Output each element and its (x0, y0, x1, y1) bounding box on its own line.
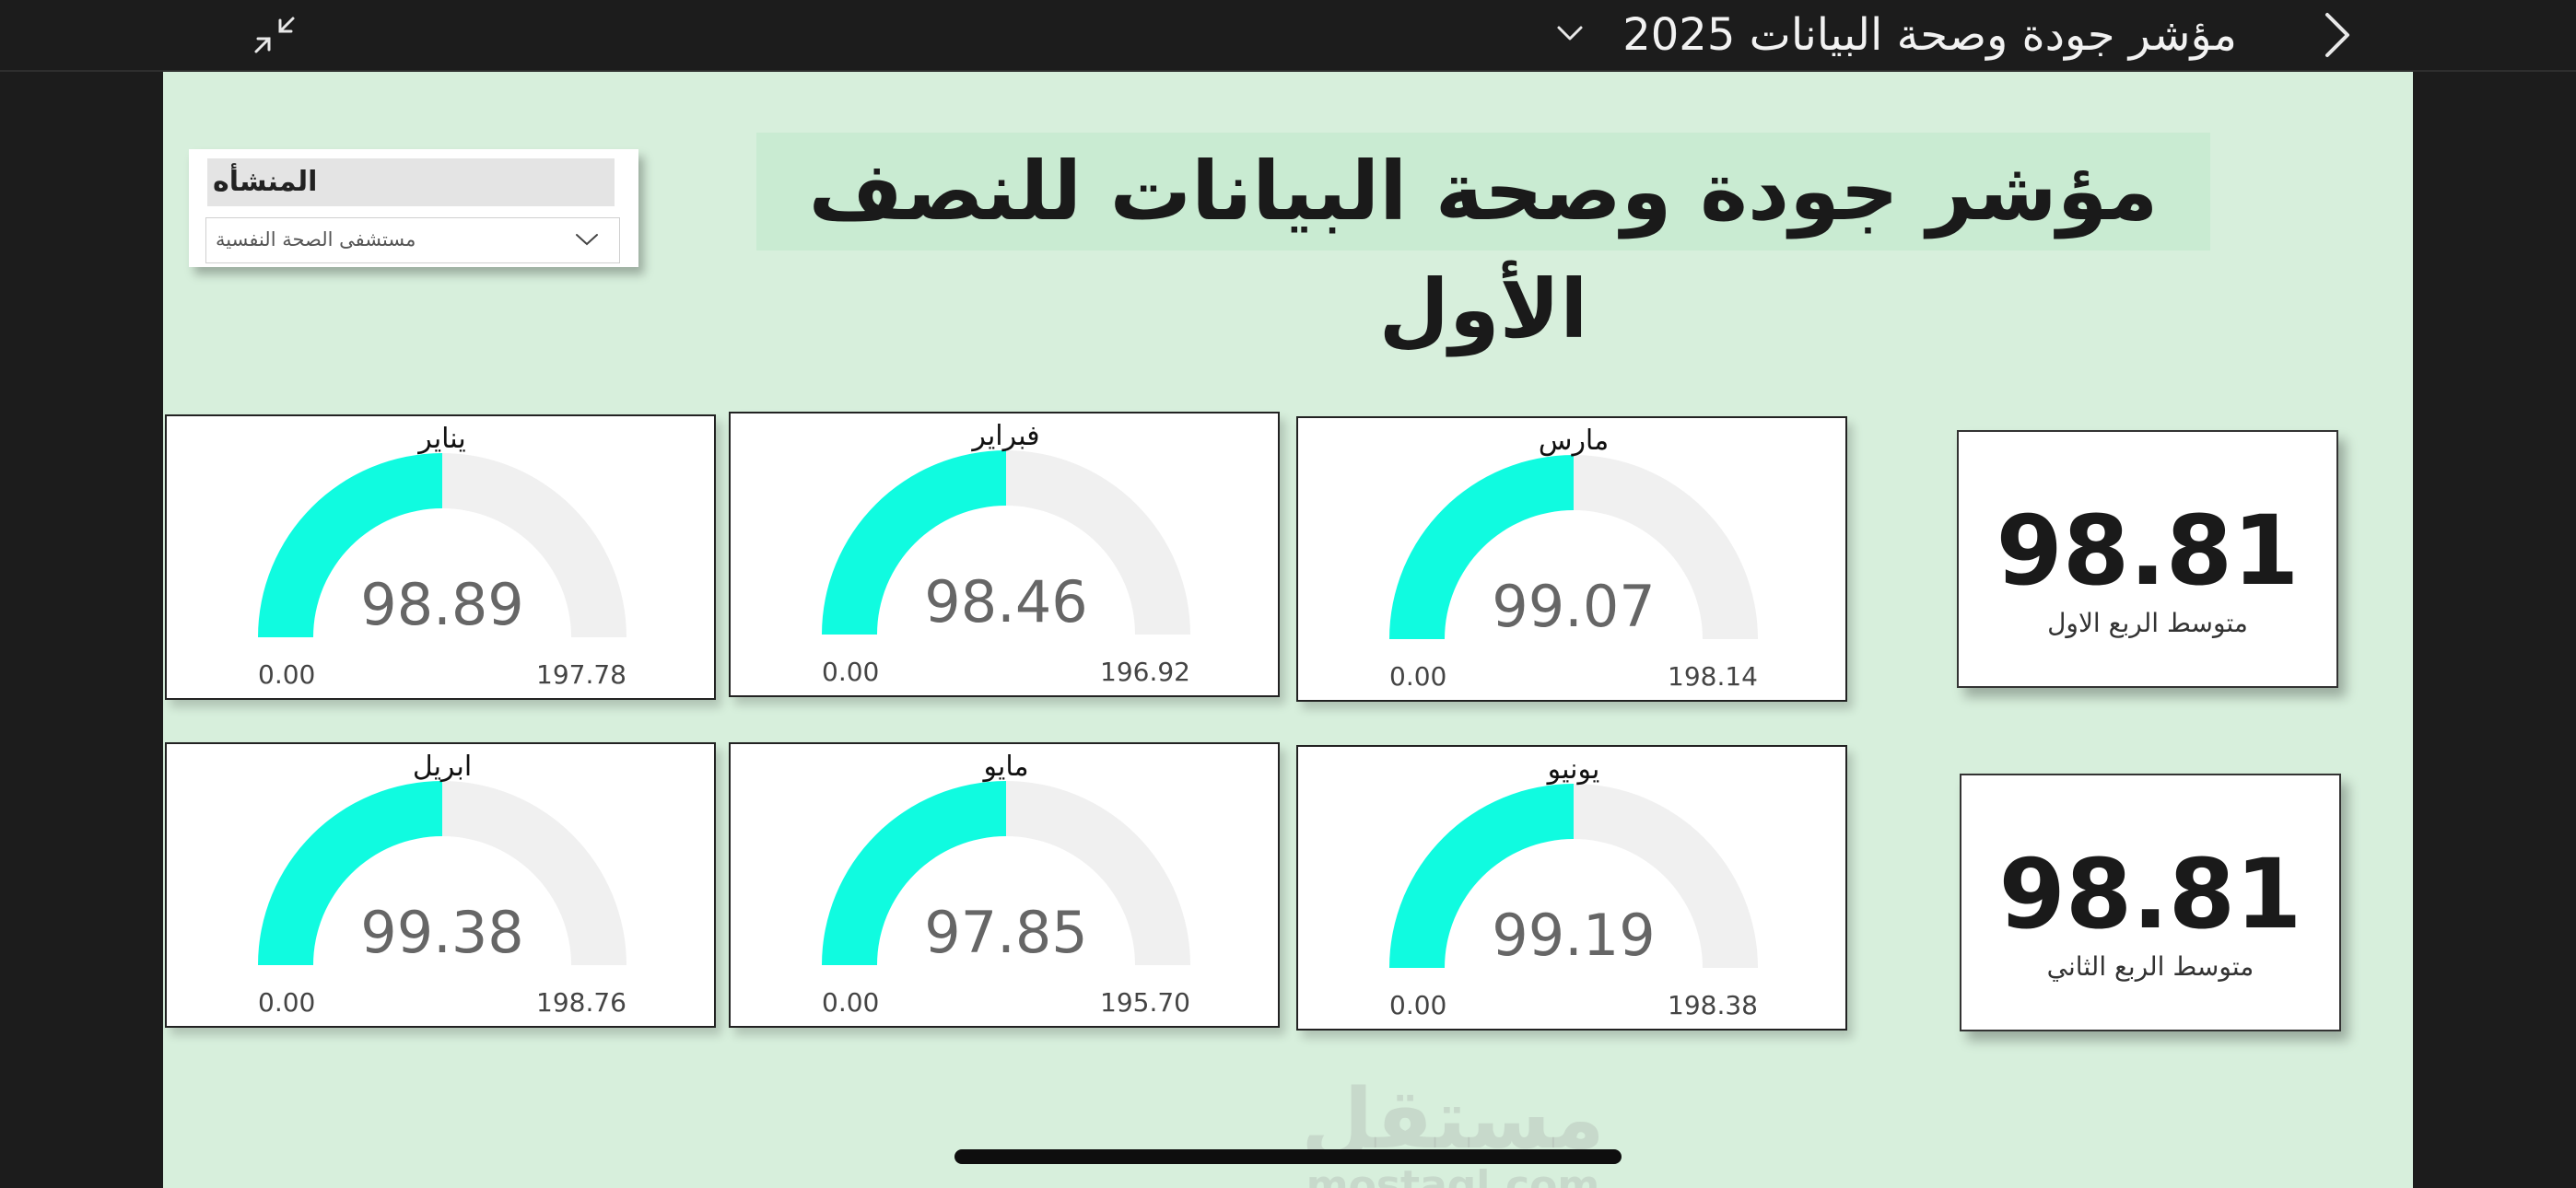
gauge-max-label: 198.76 (536, 987, 626, 1018)
gauge-title: فبراير (970, 420, 1039, 452)
gauge-min-label: 0.00 (258, 659, 315, 690)
gauge-title: ابريل (413, 751, 472, 783)
home-indicator[interactable] (954, 1149, 1622, 1164)
watermark-latin-text: mostaql.com (1306, 1162, 1600, 1188)
gauge-value: 98.89 (360, 571, 524, 638)
collapse-arrows-icon[interactable] (249, 11, 300, 59)
gauge-value: 99.19 (1492, 902, 1656, 969)
gauge-title: مايو (981, 751, 1028, 783)
gauge-max-label: 195.70 (1100, 987, 1190, 1018)
gauge-value: 98.46 (924, 568, 1088, 635)
kpi-label: متوسط الربع الاول (2047, 608, 2248, 638)
gauge-svg: يونيو 99.19 0.00 198.38 (1389, 753, 1758, 1020)
report-title[interactable]: مؤشر جودة وصحة البيانات 2025 (1622, 6, 2237, 64)
gauge-value: 99.38 (360, 899, 524, 966)
gauge-card-may[interactable]: مايو 97.85 0.00 195.70 (729, 742, 1280, 1028)
gauge-min-label: 0.00 (1389, 661, 1446, 692)
kpi-value: 98.81 (1998, 838, 2302, 950)
gauge-max-label: 196.92 (1100, 657, 1190, 687)
kpi-card-q2[interactable]: 98.81 متوسط الربع الثاني (1960, 774, 2341, 1031)
chevron-down-icon (576, 234, 598, 246)
kpi-value: 98.81 (1996, 495, 2300, 607)
slicer-title: المنشأه (213, 166, 318, 198)
page-title: مؤشر جودة وصحة البيانات للنصف الأول (808, 144, 2159, 356)
gauge-svg: فبراير 98.46 0.00 196.92 (822, 420, 1190, 687)
gauge-title: يونيو (1546, 753, 1600, 786)
gauge-max-label: 198.14 (1668, 661, 1758, 692)
gauge-value: 99.07 (1492, 573, 1656, 640)
gauge-svg: ابريل 99.38 0.00 198.76 (258, 751, 626, 1018)
gauge-min-label: 0.00 (258, 987, 315, 1018)
gauge-card-april[interactable]: ابريل 99.38 0.00 198.76 (165, 742, 716, 1028)
gauge-max-label: 197.78 (536, 659, 626, 690)
gauge-svg: مارس 99.07 0.00 198.14 (1389, 425, 1758, 692)
gauge-title: مارس (1539, 425, 1609, 457)
kpi-label: متوسط الربع الثاني (2046, 951, 2254, 982)
gauge-min-label: 0.00 (822, 987, 879, 1018)
chevron-right-icon[interactable] (2313, 7, 2359, 63)
kpi-card-q1[interactable]: 98.81 متوسط الربع الاول (1957, 430, 2338, 688)
slicer-selected-value: مستشفى الصحة النفسية (216, 228, 416, 250)
slicer-header: المنشأه (207, 158, 615, 206)
facility-slicer: المنشأه مستشفى الصحة النفسية (189, 149, 638, 267)
gauge-svg: يناير 98.89 0.00 197.78 (258, 423, 626, 690)
report-canvas: المنشأه مستشفى الصحة النفسية مؤشر جودة و… (163, 72, 2413, 1188)
top-bar: مؤشر جودة وصحة البيانات 2025 (0, 0, 2576, 72)
gauge-min-label: 0.00 (822, 657, 879, 687)
gauge-svg: مايو 97.85 0.00 195.70 (822, 751, 1190, 1018)
gauge-card-march[interactable]: مارس 99.07 0.00 198.14 (1296, 416, 1847, 702)
chevron-down-icon[interactable] (1551, 15, 1588, 52)
gauge-max-label: 198.38 (1668, 990, 1758, 1020)
gauge-value: 97.85 (924, 899, 1088, 966)
gauge-card-june[interactable]: يونيو 99.19 0.00 198.38 (1296, 745, 1847, 1031)
facility-dropdown[interactable]: مستشفى الصحة النفسية (205, 217, 620, 263)
headline-banner: مؤشر جودة وصحة البيانات للنصف الأول (756, 133, 2210, 356)
gauge-card-january[interactable]: يناير 98.89 0.00 197.78 (165, 414, 716, 700)
watermark: مستقل mostaql.com (1296, 1076, 1610, 1188)
gauge-min-label: 0.00 (1389, 990, 1446, 1020)
gauge-title: يناير (416, 423, 465, 455)
gauge-card-february[interactable]: فبراير 98.46 0.00 196.92 (729, 412, 1280, 697)
